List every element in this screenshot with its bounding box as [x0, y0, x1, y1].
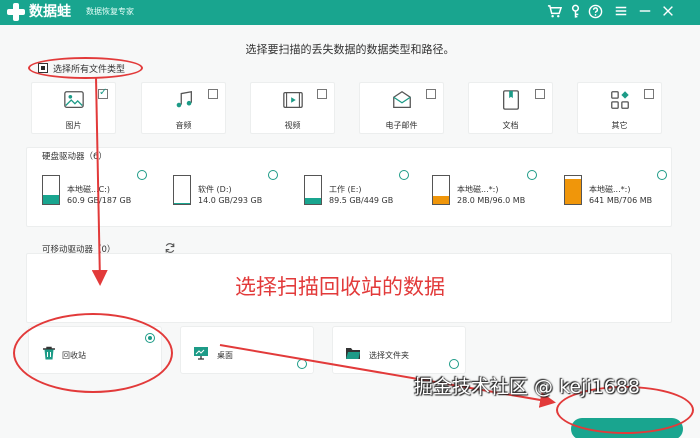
drive-size: 641 MB/706 MB	[589, 196, 653, 205]
minimize-icon[interactable]	[636, 4, 653, 21]
drive-icon	[432, 175, 450, 205]
recycle-bin-radio[interactable]	[145, 333, 155, 343]
drive-size: 14.0 GB/293 GB	[198, 196, 263, 205]
grid-icon	[610, 91, 629, 109]
document-icon	[502, 90, 519, 110]
desktop-radio[interactable]	[297, 359, 307, 369]
video-icon	[282, 92, 303, 108]
app-name: 数据蛙	[29, 4, 71, 20]
scan-button[interactable]	[571, 418, 683, 438]
drive-e-radio[interactable]	[399, 170, 409, 180]
file-type-label: 图片	[65, 121, 82, 130]
location-recycle-bin[interactable]: 回收站	[28, 326, 162, 374]
location-label: 回收站	[62, 351, 86, 360]
help-icon[interactable]	[587, 4, 604, 21]
drive-size: 60.9 GB/187 GB	[67, 196, 132, 205]
location-desktop[interactable]: 桌面	[180, 326, 314, 374]
close-icon[interactable]	[659, 4, 676, 21]
drive-icon	[564, 175, 582, 205]
drive-local-4-radio[interactable]	[527, 170, 537, 180]
drive-name: 软件 (D:)	[198, 185, 232, 194]
file-type-image[interactable]: 图片	[31, 82, 116, 134]
drive-icon	[304, 175, 322, 205]
drive-name: 本地磁...*:)	[457, 185, 499, 194]
drive-size: 89.5 GB/449 GB	[329, 196, 394, 205]
file-type-other-checkbox[interactable]	[644, 89, 654, 99]
annotation-text: 选择扫描回收站的数据	[235, 275, 445, 299]
app-subtitle: 数据恢复专家	[86, 7, 134, 16]
drive-name: 本地磁...*:)	[589, 185, 631, 194]
file-type-label: 文档	[502, 121, 519, 130]
location-select-folder[interactable]: 选择文件夹	[332, 326, 466, 374]
file-type-label: 其它	[611, 121, 628, 130]
file-type-video[interactable]: 视频	[250, 82, 335, 134]
file-type-document[interactable]: 文档	[468, 82, 553, 134]
folder-icon	[346, 348, 360, 359]
drive-icon	[42, 175, 60, 205]
file-type-label: 视频	[284, 121, 301, 130]
drive-c-radio[interactable]	[137, 170, 147, 180]
file-type-document-checkbox[interactable]	[535, 89, 545, 99]
file-type-label: 电子邮件	[385, 121, 418, 130]
file-type-video-checkbox[interactable]	[317, 89, 327, 99]
location-label: 桌面	[217, 351, 233, 360]
hard-drive-section-title: 硬盘驱动器（6）	[42, 152, 107, 162]
drive-local-5-radio[interactable]	[657, 170, 667, 180]
app-logo-icon	[7, 3, 25, 21]
drive-size: 28.0 MB/96.0 MB	[457, 196, 526, 205]
select-folder-radio[interactable]	[449, 359, 459, 369]
menu-icon[interactable]	[612, 4, 629, 21]
file-type-label: 音频	[175, 121, 192, 130]
cart-icon[interactable]	[546, 4, 563, 21]
drive-icon	[173, 175, 191, 205]
title-bar: 数据蛙 数据恢复专家	[0, 0, 700, 25]
watermark-text: 掘金技术社区 @ keji1688	[414, 376, 641, 398]
file-type-email-checkbox[interactable]	[426, 89, 436, 99]
key-icon[interactable]	[567, 4, 584, 21]
image-icon	[63, 91, 84, 108]
drive-name: 工作 (E:)	[329, 185, 362, 194]
music-icon	[176, 90, 192, 108]
select-all-label: 选择所有文件类型	[53, 64, 126, 75]
instruction-text: 选择要扫描的丢失数据的数据类型和路径。	[245, 43, 455, 56]
select-all-checkbox[interactable]	[38, 63, 48, 73]
file-type-image-checkbox[interactable]	[98, 87, 108, 99]
select-all-file-types[interactable]: 选择所有文件类型	[38, 61, 125, 75]
file-type-audio[interactable]: 音频	[141, 82, 226, 134]
location-label: 选择文件夹	[369, 351, 409, 360]
email-icon	[392, 90, 411, 108]
file-type-email[interactable]: 电子邮件	[359, 82, 444, 134]
drive-name: 本地磁...C:)	[67, 185, 111, 194]
drive-d-radio[interactable]	[268, 170, 278, 180]
recycle-bin-icon	[43, 346, 55, 360]
file-type-other[interactable]: 其它	[577, 82, 662, 134]
file-type-audio-checkbox[interactable]	[208, 89, 218, 99]
desktop-icon	[194, 347, 208, 360]
